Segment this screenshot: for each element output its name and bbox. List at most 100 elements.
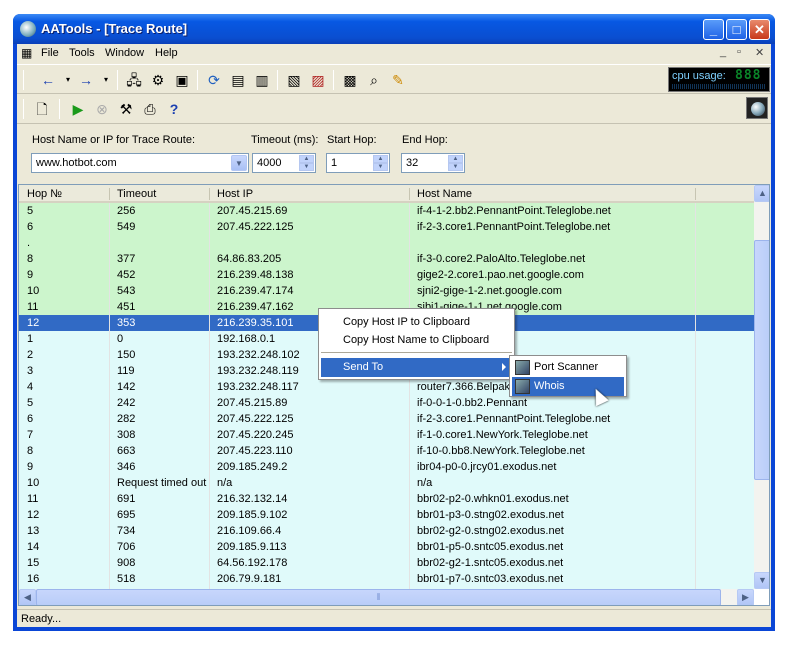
table-row[interactable]: 6 549 207.45.222.125 if-2-3.core1.PennantPo… (19, 219, 754, 235)
menu-window[interactable]: Window (105, 47, 144, 59)
print-icon[interactable]: ⎙ (141, 100, 159, 118)
copy-host-name-item[interactable]: Copy Host Name to Clipboard (321, 331, 512, 350)
end-hop-field[interactable]: 32 ▲ ▼ (401, 153, 465, 173)
scroll-up-icon[interactable]: ▲ (754, 185, 769, 202)
vertical-scrollbar[interactable]: ▲ ▼ (754, 185, 769, 589)
column-host-ip[interactable]: Host IP (217, 188, 253, 200)
title-bar[interactable]: AATools - [Trace Route] _ □ ✕ (13, 14, 775, 44)
host-ip-cell: 206.79.9.181 (217, 573, 282, 585)
start-hop-spinner[interactable]: ▲ ▼ (373, 155, 388, 171)
table-row[interactable]: 9 346 209.185.249.2 ibr04-p0-0.jrcy01.exodu… (19, 459, 754, 475)
chevron-down-icon[interactable]: ▼ (231, 155, 247, 171)
scanner-tool-icon[interactable]: ⚙ (149, 71, 167, 89)
results-table: Hop № Timeout Host IP Host Name 5 256 207.… (18, 184, 770, 606)
horizontal-scroll-thumb[interactable]: ⦀ (36, 589, 721, 605)
timeout-cell: 119 (117, 365, 135, 377)
hop-cell: 2 (27, 349, 34, 361)
hosts-tool-icon[interactable]: ▥ (253, 71, 271, 89)
column-timeout[interactable]: Timeout (117, 188, 156, 200)
menu-help[interactable]: Help (155, 47, 178, 59)
back-dropdown-icon[interactable]: ▾ (59, 71, 77, 89)
timeout-spinner[interactable]: ▲ ▼ (299, 155, 314, 171)
hop-cell: 1 (27, 333, 34, 345)
wizard-tool-icon[interactable]: ✎ (389, 71, 407, 89)
table-row[interactable]: 4 142 193.232.248.117 router7.366.Belpak. (19, 379, 754, 395)
send-to-item[interactable]: Send To (321, 358, 512, 377)
start-hop-label: Start Hop: (327, 134, 377, 146)
toolbar-navigation: ← ▾ → ▾ 🖧 ⚙ ▣ ⟳ ▤ ▥ ▧ ▨ ▩ ⌕ ✎ cpu usage:… (17, 64, 771, 94)
back-arrow-icon[interactable]: ← (39, 71, 57, 89)
timeout-cell: 452 (117, 269, 136, 281)
table-row[interactable]: 7 308 207.45.220.245 if-1-0.core1.NewYork.T… (19, 427, 754, 443)
hop-cell: 5 (27, 397, 34, 409)
mdi-child-icon[interactable]: ▦ (21, 46, 32, 60)
host-ip-cell: 216.109.66.4 (217, 525, 282, 537)
table-row[interactable]: 10 543 216.239.47.174 sjni2-gige-1-2.net.go… (19, 283, 754, 299)
scroll-right-icon[interactable]: ▶ (737, 589, 754, 605)
new-document-icon[interactable]: 🗋 (33, 100, 51, 118)
maximize-button[interactable]: □ (726, 19, 747, 40)
column-host-name[interactable]: Host Name (417, 188, 472, 200)
table-row[interactable]: 9 452 216.239.48.138 gige2-2.core1.pao.net.… (19, 267, 754, 283)
mdi-restore-icon[interactable]: ▫ (737, 46, 741, 58)
refresh-tool-icon[interactable]: ⟳ (205, 71, 223, 89)
help-icon[interactable]: ? (165, 100, 183, 118)
port-scanner-item[interactable]: Port Scanner (512, 358, 624, 377)
scroll-left-icon[interactable]: ◀ (19, 589, 36, 605)
options-tools-icon[interactable]: ⚒ (117, 100, 135, 118)
timeout-cell: 691 (117, 493, 136, 505)
table-row[interactable]: 5 256 207.45.215.69 if-4-1-2.bb2.PennantPoi… (19, 203, 754, 219)
host-name-cell: sjni2-gige-1-2.net.google.com (417, 285, 562, 297)
host-name-cell: bbr02-g2-0.stng02.exodus.net (417, 525, 564, 537)
hop-cell: 11 (27, 301, 39, 313)
start-hop-field[interactable]: 1 ▲ ▼ (326, 153, 390, 173)
table-row[interactable]: 6 282 207.45.222.125 if-2-3.core1.PennantPo… (19, 411, 754, 427)
table-header: Hop № Timeout Host IP Host Name (19, 185, 754, 203)
table-row[interactable]: 8 663 207.45.223.110 if-10-0.bb8.NewYork.Te… (19, 443, 754, 459)
copy-host-ip-item[interactable]: Copy Host IP to Clipboard (321, 313, 512, 332)
timeout-cell: 256 (117, 205, 136, 217)
table-row[interactable]: 10 Request timed out n/a n/a (19, 475, 754, 491)
whois-item[interactable]: Whois (512, 377, 624, 396)
horizontal-scrollbar[interactable]: ◀ ⦀ ▶ (19, 589, 754, 605)
hop-cell: 10 (27, 477, 40, 489)
close-button[interactable]: ✕ (749, 19, 770, 40)
table-row[interactable]: 16 518 206.79.9.181 bbr01-p7-0.sntc03.exodu… (19, 571, 754, 587)
scroll-down-icon[interactable]: ▼ (754, 572, 769, 589)
table-row[interactable]: 12 695 209.185.9.102 bbr01-p3-0.stng02.exod… (19, 507, 754, 523)
host-name-cell: if-2-3.core1.PennantPoint.Teleglobe.net (417, 413, 611, 425)
forward-dropdown-icon[interactable]: ▾ (97, 71, 115, 89)
host-combobox[interactable]: www.hotbot.com ▼ (31, 153, 249, 173)
end-hop-spinner[interactable]: ▲ ▼ (448, 155, 463, 171)
minimize-button[interactable]: _ (703, 19, 724, 40)
mdi-minimize-icon[interactable]: _ (720, 46, 726, 58)
table-row[interactable]: 11 691 216.32.132.14 bbr02-p2-0.whkn01.exod… (19, 491, 754, 507)
forward-arrow-icon[interactable]: → (77, 71, 95, 89)
stop-icon[interactable]: ⊗ (93, 100, 111, 118)
column-divider (695, 203, 696, 605)
vertical-scroll-thumb[interactable] (754, 240, 769, 480)
mdi-close-icon[interactable]: ✕ (755, 46, 764, 59)
monitor-tool-icon[interactable]: ▤ (229, 71, 247, 89)
menu-file[interactable]: File (41, 47, 59, 59)
table-row[interactable]: 13 734 216.109.66.4 bbr02-g2-0.stng02.exodu… (19, 523, 754, 539)
table-row[interactable]: 14 706 209.185.9.113 bbr01-p5-0.sntc05.exod… (19, 539, 754, 555)
status-text: Ready... (21, 613, 62, 625)
table-row[interactable]: . (19, 235, 754, 251)
trace-tool-icon[interactable]: ▩ (341, 71, 359, 89)
table-row[interactable]: 8 377 64.86.83.205 if-3-0.core2.PaloAlto.Te… (19, 251, 754, 267)
host-ip-cell: 207.45.223.110 (217, 445, 293, 457)
search-tool-icon[interactable]: ⌕ (365, 71, 383, 89)
network-tool-icon[interactable]: 🖧 (125, 71, 143, 89)
timeout-cell: 518 (117, 573, 136, 585)
menu-tools[interactable]: Tools (69, 47, 95, 59)
whois-tool-icon[interactable]: ▧ (285, 71, 303, 89)
start-icon[interactable]: ▶ (69, 100, 87, 118)
ping-tool-icon[interactable]: ▨ (309, 71, 327, 89)
host-name-cell: n/a (417, 477, 433, 489)
computer-tool-icon[interactable]: ▣ (173, 71, 191, 89)
column-hop[interactable]: Hop № (27, 188, 62, 200)
table-row[interactable]: 5 242 207.45.215.89 if-0-0-1-0.bb2.Pennant (19, 395, 754, 411)
table-row[interactable]: 15 908 64.56.192.178 bbr02-g2-1.sntc05.exod… (19, 555, 754, 571)
timeout-field[interactable]: 4000 ▲ ▼ (252, 153, 316, 173)
